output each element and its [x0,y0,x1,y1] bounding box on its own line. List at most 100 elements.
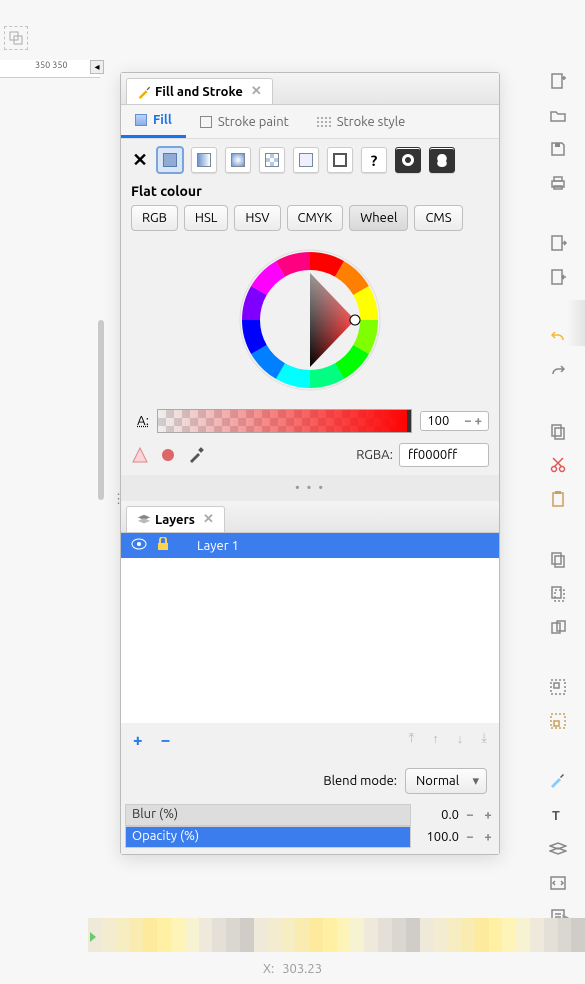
xml-editor-icon[interactable] [547,872,569,894]
tab-fill-and-stroke[interactable]: Fill and Stroke ✕ [126,78,273,104]
fill-rule-evenodd-button[interactable] [395,147,421,173]
out-of-gamut-icon[interactable] [159,446,177,464]
minus-icon[interactable]: − [464,414,471,428]
unknown-paint-button[interactable]: ? [361,147,387,173]
plus-icon[interactable]: + [481,830,495,844]
swatch[interactable] [212,918,226,952]
swatch[interactable] [281,918,295,952]
swatch[interactable] [544,918,558,952]
blur-slider[interactable]: Blur (%) [125,804,411,826]
close-icon[interactable]: ✕ [203,512,214,527]
swatch[interactable] [516,918,530,952]
import-icon[interactable] [547,232,569,254]
mesh-gradient-button[interactable] [293,147,319,173]
swatch[interactable] [447,918,461,952]
panel-resize-grip[interactable]: • • • [121,475,499,501]
swatch[interactable] [461,918,475,952]
unlink-clone-icon[interactable] [547,616,569,638]
swatch[interactable] [226,918,240,952]
swatch[interactable] [116,918,130,952]
subtab-fill[interactable]: Fill [121,105,186,138]
swatch[interactable] [420,918,434,952]
toolbox-button[interactable] [4,26,28,50]
swatch[interactable] [530,918,544,952]
blend-mode-select[interactable]: Normal [405,768,487,794]
swatch[interactable] [185,918,199,952]
visibility-icon[interactable] [131,538,147,553]
swatch[interactable] [295,918,309,952]
remove-layer-button[interactable]: − [161,731,171,750]
minus-icon[interactable]: − [463,808,477,822]
swatch[interactable] [143,918,157,952]
swatch[interactable] [571,918,585,952]
layer-to-bottom-button[interactable]: ⤓ [481,731,487,750]
text-icon[interactable]: T [547,804,569,826]
mode-hsv[interactable]: HSV [234,205,280,231]
close-icon[interactable]: ✕ [251,84,262,99]
alpha-slider[interactable] [157,409,412,433]
swatch[interactable] [364,918,378,952]
redo-icon[interactable] [547,360,569,382]
print-icon[interactable] [547,172,569,194]
fill-stroke-icon[interactable] [547,770,569,792]
swatch[interactable] [323,918,337,952]
swatch[interactable] [475,918,489,952]
pattern-button[interactable] [259,147,285,173]
layer-row[interactable]: Layer 1 [121,533,499,558]
swatch[interactable] [406,918,420,952]
swatch[interactable] [337,918,351,952]
tab-layers[interactable]: Layers ✕ [126,506,225,532]
mode-rgb[interactable]: RGB [131,205,178,231]
layer-up-button[interactable]: ↑ [432,731,439,750]
color-managed-icon[interactable] [131,446,149,464]
opacity-value[interactable]: 100.0 [415,830,459,844]
swatch[interactable] [268,918,282,952]
lock-icon[interactable] [155,537,171,554]
swatch[interactable] [254,918,268,952]
linear-gradient-button[interactable] [191,147,217,173]
swatch[interactable] [350,918,364,952]
alpha-input[interactable] [427,414,461,428]
swatch[interactable] [378,918,392,952]
swatch[interactable] [240,918,254,952]
swatch[interactable] [558,918,572,952]
swatch[interactable] [102,918,116,952]
swatch-button[interactable] [327,147,353,173]
opacity-slider[interactable]: Opacity (%) [125,826,411,848]
radial-gradient-button[interactable] [225,147,251,173]
mode-wheel[interactable]: Wheel [349,205,408,231]
layer-list[interactable]: Layer 1 [121,533,499,723]
undo-icon[interactable] [547,326,569,348]
rgba-input[interactable] [399,443,489,467]
swatch[interactable] [171,918,185,952]
duplicate-icon[interactable] [547,548,569,570]
minus-icon[interactable]: − [463,830,477,844]
cut-icon[interactable] [547,454,569,476]
paste-icon[interactable] [547,488,569,510]
plus-icon[interactable]: + [475,414,482,428]
open-document-icon[interactable] [547,104,569,126]
clone-icon[interactable] [547,582,569,604]
layer-to-top-button[interactable]: ⤒ [409,731,415,750]
swatch[interactable] [309,918,323,952]
swatch[interactable] [392,918,406,952]
new-document-icon[interactable] [547,70,569,92]
swatch[interactable] [157,918,171,952]
fill-rule-nonzero-button[interactable] [429,147,455,173]
swatch[interactable] [502,918,516,952]
save-document-icon[interactable] [547,138,569,160]
export-icon[interactable] [547,266,569,288]
swatch[interactable] [199,918,213,952]
swatch[interactable] [88,918,102,952]
subtab-stroke-style[interactable]: Stroke style [303,105,420,138]
add-layer-button[interactable]: + [133,731,143,750]
swatch[interactable] [489,918,503,952]
mode-cmyk[interactable]: CMYK [287,205,344,231]
group-icon[interactable] [547,676,569,698]
mode-cms[interactable]: CMS [414,205,462,231]
flat-color-button[interactable] [157,147,183,173]
swatches-strip[interactable] [88,918,585,952]
layer-down-button[interactable]: ↓ [457,731,464,750]
mode-hsl[interactable]: HSL [184,205,229,231]
no-paint-button[interactable]: ✕ [131,147,149,173]
